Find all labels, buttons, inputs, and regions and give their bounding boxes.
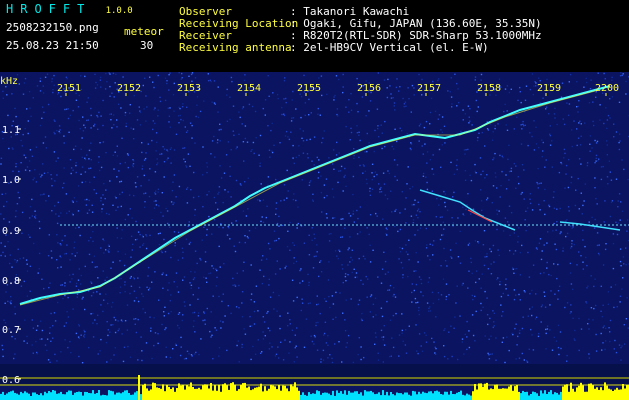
time-tick: 2152: [117, 83, 141, 94]
freq-tick: 0.8: [2, 276, 20, 287]
mode-value: 30: [140, 39, 154, 52]
hrofft-window: HROFFT 1.0.0 2508232150.png meteor 25.08…: [0, 0, 629, 400]
freq-tick: 0.9: [2, 226, 20, 237]
time-tick: 2159: [537, 83, 561, 94]
time-tick: 2158: [477, 83, 501, 94]
file-name: 2508232150.png: [6, 21, 99, 34]
time-tick: 2155: [297, 83, 321, 94]
time-tick: 2200: [595, 83, 619, 94]
spectrogram: 2151 2152 2153 2154 2155 2156 2157 2158 …: [0, 72, 629, 400]
app-brand: HROFFT 1.0.0: [6, 3, 133, 18]
header-panel: HROFFT 1.0.0 2508232150.png meteor 25.08…: [0, 0, 629, 72]
freq-tick: 0.7: [2, 325, 20, 336]
unit-label: kHz: [0, 76, 18, 87]
freq-tick: 0.6: [2, 375, 20, 386]
time-tick: 2151: [57, 83, 81, 94]
field-label-antenna: Receiving antenna: [179, 41, 292, 54]
app-name: HROFFT: [6, 2, 92, 16]
mode-label: meteor: [124, 25, 164, 38]
freq-tick: 1.1: [2, 125, 20, 136]
field-value-antenna: : 2el-HB9CV Vertical (el. E-W): [290, 41, 489, 54]
lower-band: [0, 364, 629, 384]
freq-tick: 1.0: [2, 175, 20, 186]
time-tick: 2157: [417, 83, 441, 94]
time-tick: 2153: [177, 83, 201, 94]
date-time: 25.08.23 21:50: [6, 39, 99, 52]
app-version: 1.0.0: [105, 6, 133, 16]
time-tick: 2156: [357, 83, 381, 94]
time-tick: 2154: [237, 83, 261, 94]
